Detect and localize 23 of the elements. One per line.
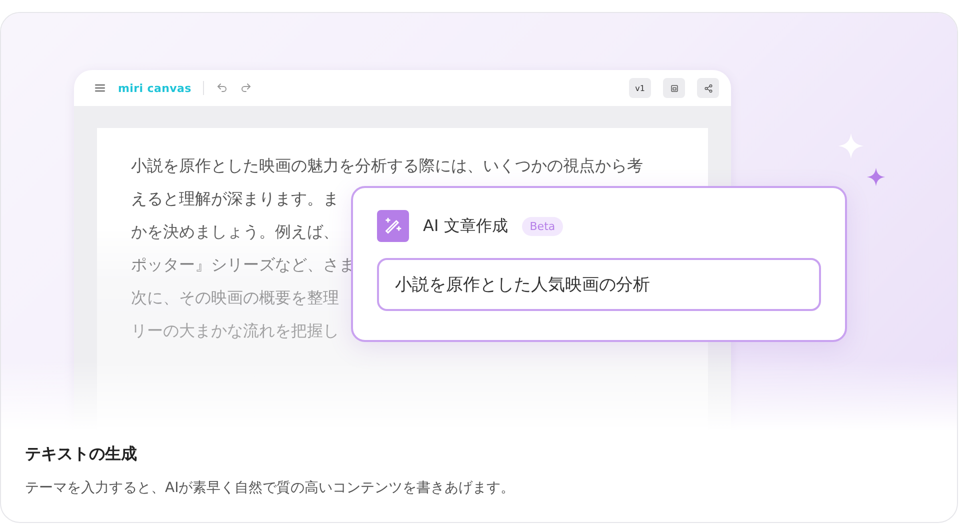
document-text: えると理解が深まります。ま: [131, 188, 339, 210]
version-button[interactable]: v1: [629, 78, 651, 98]
share-button[interactable]: [697, 78, 719, 98]
sparkle-icon: [866, 167, 886, 187]
document-text: かを決めましょう。例えば、: [131, 221, 339, 243]
share-icon: [704, 84, 712, 92]
document-text: 小説を原作とした映画の魅力を分析する際には、いくつかの視点から考: [131, 155, 643, 177]
topic-input-field[interactable]: 小説を原作とした人気映画の分析: [377, 258, 821, 311]
document-text: 次に、その映画の概要を整理: [131, 287, 339, 309]
magic-wand-icon: [377, 210, 409, 242]
document-text: ポッター』シリーズなど、さま: [131, 254, 355, 276]
popup-title: AI 文章作成: [423, 216, 508, 236]
document-text: リーの大まかな流れを把握し: [131, 320, 339, 342]
feature-title: テキストの生成: [25, 444, 138, 465]
feature-description: テーマを入力すると、AIが素早く自然で質の高いコンテンツを書きあげます。: [25, 479, 516, 497]
menu-icon[interactable]: [94, 82, 106, 94]
app-logo: miri canvas: [118, 82, 192, 94]
beta-badge: Beta: [522, 216, 564, 236]
undo-icon[interactable]: [216, 82, 228, 94]
sparkle-icon: [837, 132, 865, 160]
save-icon: [670, 84, 678, 92]
save-button[interactable]: [663, 78, 685, 98]
redo-icon[interactable]: [240, 82, 252, 94]
